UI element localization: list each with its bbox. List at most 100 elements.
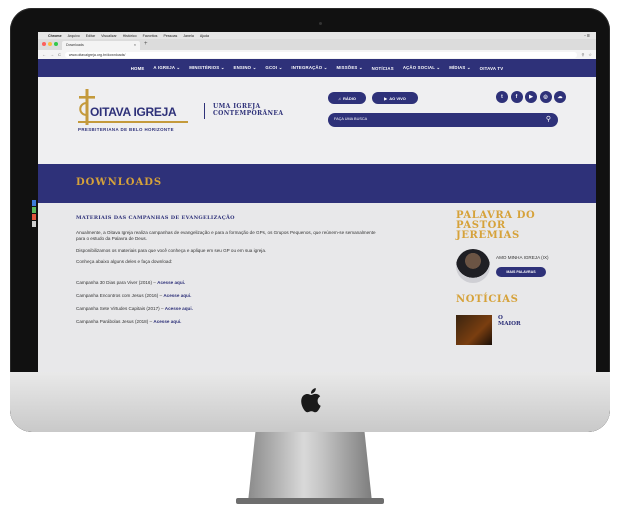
site-header: OITAVA IGREJA PRESBITERIANA DE BELO HORI…: [38, 77, 596, 164]
minimize-window-icon[interactable]: [48, 42, 52, 46]
instagram-icon[interactable]: ◎: [539, 91, 552, 103]
play-icon: ▶: [384, 95, 388, 101]
pastor-avatar: [456, 249, 490, 283]
mac-menubar: Chrome Arquivo Editar Visualizar Históri…: [38, 32, 596, 39]
back-icon[interactable]: ←: [42, 52, 46, 57]
nav-midias[interactable]: MÍDIAS ⌄: [449, 65, 470, 71]
reload-icon[interactable]: C: [58, 52, 61, 57]
menu-arquivo[interactable]: Arquivo: [68, 34, 80, 38]
tab-title: Downloads: [66, 43, 84, 47]
campaign-name: Campanha Encontros com Jesus (2016) –: [76, 292, 164, 298]
nav-a-igreja[interactable]: A IGREJA ⌄: [153, 65, 180, 71]
browser-tabbar: Downloads × +: [38, 39, 596, 50]
news-heading: NOTÍCIAS: [456, 294, 519, 305]
nav-acao-social[interactable]: AÇÃO SOCIAL ⌄: [403, 65, 440, 71]
news-title-line-2: MAIOR: [498, 321, 521, 328]
campaign-name: Campanha 30 Dias para Viver (2016) –: [76, 279, 158, 285]
apple-logo-icon: [301, 388, 321, 413]
list-item: Campanha Sete Virtudes Capitais (2017) –…: [76, 306, 376, 313]
campaign-link[interactable]: Acesse aqui.: [163, 293, 191, 298]
tagline: UMA IGREJA CONTEMPORÂNEA: [213, 103, 284, 117]
nav-noticias[interactable]: NOTÍCIAS: [372, 66, 394, 71]
forward-icon[interactable]: →: [50, 52, 54, 57]
menu-janela[interactable]: Janela: [183, 34, 194, 38]
browser-toolbar: ← → C www.oitavaigreja.org.br/downloads/…: [38, 50, 596, 59]
campaign-link[interactable]: Acesse aqui.: [157, 280, 185, 285]
more-words-button[interactable]: MAIS PALAVRAS: [496, 267, 546, 277]
menu-ajuda[interactable]: Ajuda: [200, 34, 209, 38]
screen: Chrome Arquivo Editar Visualizar Históri…: [38, 32, 596, 372]
music-note-icon: ♫: [338, 95, 342, 101]
campaign-link[interactable]: Acesse aqui.: [165, 306, 193, 311]
dock-app-icon[interactable]: [32, 214, 36, 220]
sidebar: PALAVRA DO PASTOR JEREMIAS AMO MINHA IGR…: [456, 211, 586, 345]
address-bar[interactable]: www.oitavaigreja.org.br/downloads/: [64, 51, 578, 58]
pastor-block: AMO MINHA IGREJA (IX) MAIS PALAVRAS: [456, 249, 586, 287]
dock-strip: [32, 200, 36, 240]
dock-app-icon[interactable]: [32, 200, 36, 206]
campaign-name: Campanha Sete Virtudes Capitais (2017) –: [76, 305, 165, 311]
logo-subtitle: PRESBITERIANA DE BELO HORIZONTE: [78, 127, 174, 132]
browser-tab[interactable]: Downloads ×: [62, 41, 140, 50]
zoom-icon[interactable]: ⚲: [581, 52, 584, 57]
radio-button[interactable]: ♫ RÁDIO: [328, 92, 366, 104]
menu-historico[interactable]: Histórico: [123, 34, 137, 38]
list-item: Campanha 30 Dias para Viver (2016) – Ace…: [76, 280, 376, 287]
section-heading: MATERIAIS DAS CAMPANHAS DE EVANGELIZAÇÃO: [76, 215, 235, 221]
logo-rule: [78, 121, 188, 123]
nav-missoes[interactable]: MISSÕES ⌄: [336, 65, 362, 71]
menubar-status-icons: ◔ ☰: [583, 33, 590, 38]
nav-gcoi[interactable]: GCOI ⌄: [265, 65, 282, 71]
news-title[interactable]: O MAIOR: [498, 315, 521, 328]
menu-pessoas[interactable]: Pessoas: [163, 34, 177, 38]
page-content: MATERIAIS DAS CAMPANHAS DE EVANGELIZAÇÃO…: [38, 203, 596, 372]
close-window-icon[interactable]: [42, 42, 46, 46]
search-placeholder: FAÇA UMA BUSCA: [334, 117, 368, 121]
materials-paragraph: Disponibilizamos os materiais para que v…: [76, 247, 267, 253]
nav-home[interactable]: HOME: [131, 66, 145, 71]
radio-label: RÁDIO: [343, 95, 356, 101]
page-title-band: DOWNLOADS: [38, 164, 596, 203]
site-navigation: HOME A IGREJA ⌄ MINISTÉRIOS ⌄ ENSINO ⌄ G…: [38, 59, 596, 77]
soundcloud-icon[interactable]: ☁: [554, 91, 566, 103]
tagline-line-2: CONTEMPORÂNEA: [213, 109, 284, 117]
bookmark-star-icon[interactable]: ☆: [588, 52, 592, 57]
download-paragraph: Conheça abaixo alguns deles e faça downl…: [76, 259, 173, 265]
main-column: MATERIAIS DAS CAMPANHAS DE EVANGELIZAÇÃO…: [76, 215, 376, 332]
campaign-link[interactable]: Acesse aqui.: [153, 319, 181, 324]
menu-favoritos[interactable]: Favoritos: [143, 34, 158, 38]
imac-stand: [248, 432, 372, 502]
search-input[interactable]: FAÇA UMA BUSCA ⚲: [328, 113, 558, 127]
nav-ensino[interactable]: ENSINO ⌄: [234, 65, 257, 71]
live-button[interactable]: ▶ AO VIVO: [372, 92, 418, 104]
youtube-icon[interactable]: ▶: [525, 91, 537, 103]
menu-editar[interactable]: Editar: [86, 34, 95, 38]
menu-chrome[interactable]: Chrome: [48, 34, 62, 38]
header-divider: [204, 103, 205, 119]
pastor-heading: PALAVRA DO PASTOR JEREMIAS: [456, 211, 586, 241]
pastor-post-title[interactable]: AMO MINHA IGREJA (IX): [496, 255, 549, 260]
facebook-icon[interactable]: f: [510, 91, 523, 103]
nav-oitava-tv[interactable]: OITAVA TV: [480, 66, 504, 71]
news-item[interactable]: O MAIOR: [456, 315, 586, 345]
nav-ministerios[interactable]: MINISTÉRIOS ⌄: [189, 65, 224, 71]
tab-close-icon[interactable]: ×: [134, 43, 136, 48]
live-label: AO VIVO: [389, 95, 406, 101]
new-tab-button[interactable]: +: [144, 41, 148, 47]
maximize-window-icon[interactable]: [54, 42, 58, 46]
intro-paragraph: Anualmente, a Oitava Igreja realiza camp…: [76, 229, 376, 242]
social-links: t f ▶ ◎ ☁: [496, 91, 566, 103]
pastor-heading-line-3: JEREMIAS: [456, 230, 520, 241]
search-icon[interactable]: ⚲: [546, 115, 551, 123]
logo-name[interactable]: OITAVA IGREJA: [90, 105, 177, 119]
twitter-icon[interactable]: t: [496, 91, 508, 103]
list-item: Campanha Encontros com Jesus (2016) – Ac…: [76, 293, 376, 300]
window-controls: [42, 42, 58, 46]
news-thumbnail[interactable]: [456, 315, 492, 345]
dock-app-icon[interactable]: [32, 221, 36, 227]
campaign-name: Campanha Parábolas Jesus (2018) –: [76, 318, 154, 324]
page-title: DOWNLOADS: [76, 177, 163, 188]
menu-visualizar[interactable]: Visualizar: [101, 34, 117, 38]
dock-app-icon[interactable]: [32, 207, 36, 213]
nav-integracao[interactable]: INTEGRAÇÃO ⌄: [291, 65, 327, 71]
